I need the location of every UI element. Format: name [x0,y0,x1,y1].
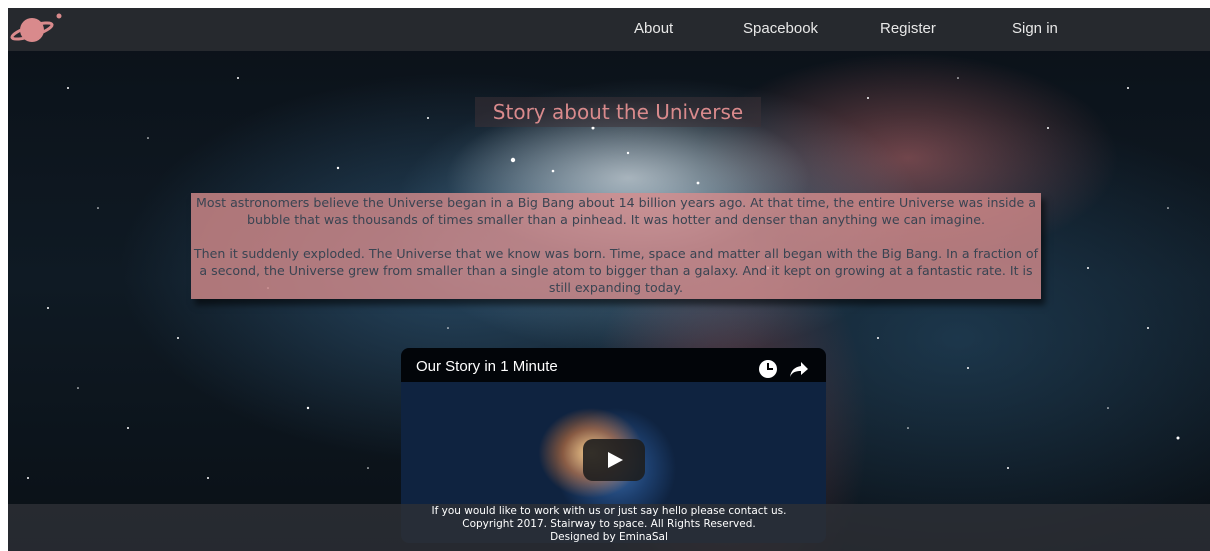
page-title: Story about the Universe [475,97,761,127]
footer-designer: Designed by EminaSal [550,531,668,543]
nav-about[interactable]: About [634,20,673,37]
play-button[interactable] [583,439,645,481]
story-paragraph-2: Then it suddenly exploded. The Universe … [193,246,1039,295]
nav-spacebook[interactable]: Spacebook [743,20,818,37]
page-background: About Spacebook Register Sign in Story a… [8,8,1210,551]
clock-icon[interactable] [759,360,777,378]
share-icon[interactable] [789,359,809,379]
nav-sign-in[interactable]: Sign in [1012,20,1058,37]
story-paragraph-1: Most astronomers believe the Universe be… [196,195,1036,227]
navbar: About Spacebook Register Sign in [8,8,1210,51]
video-header: Our Story in 1 Minute [401,348,826,382]
story-box: Most astronomers believe the Universe be… [191,193,1041,299]
nav-register[interactable]: Register [880,20,936,37]
footer: If you would like to work with us or jus… [8,504,1210,551]
footer-contact-text: If you would like to work with us or jus… [431,505,787,517]
footer-copyright: Copyright 2017. Stairway to space. All R… [462,518,756,530]
video-title[interactable]: Our Story in 1 Minute [416,358,558,375]
planet-logo-icon[interactable] [10,10,66,48]
